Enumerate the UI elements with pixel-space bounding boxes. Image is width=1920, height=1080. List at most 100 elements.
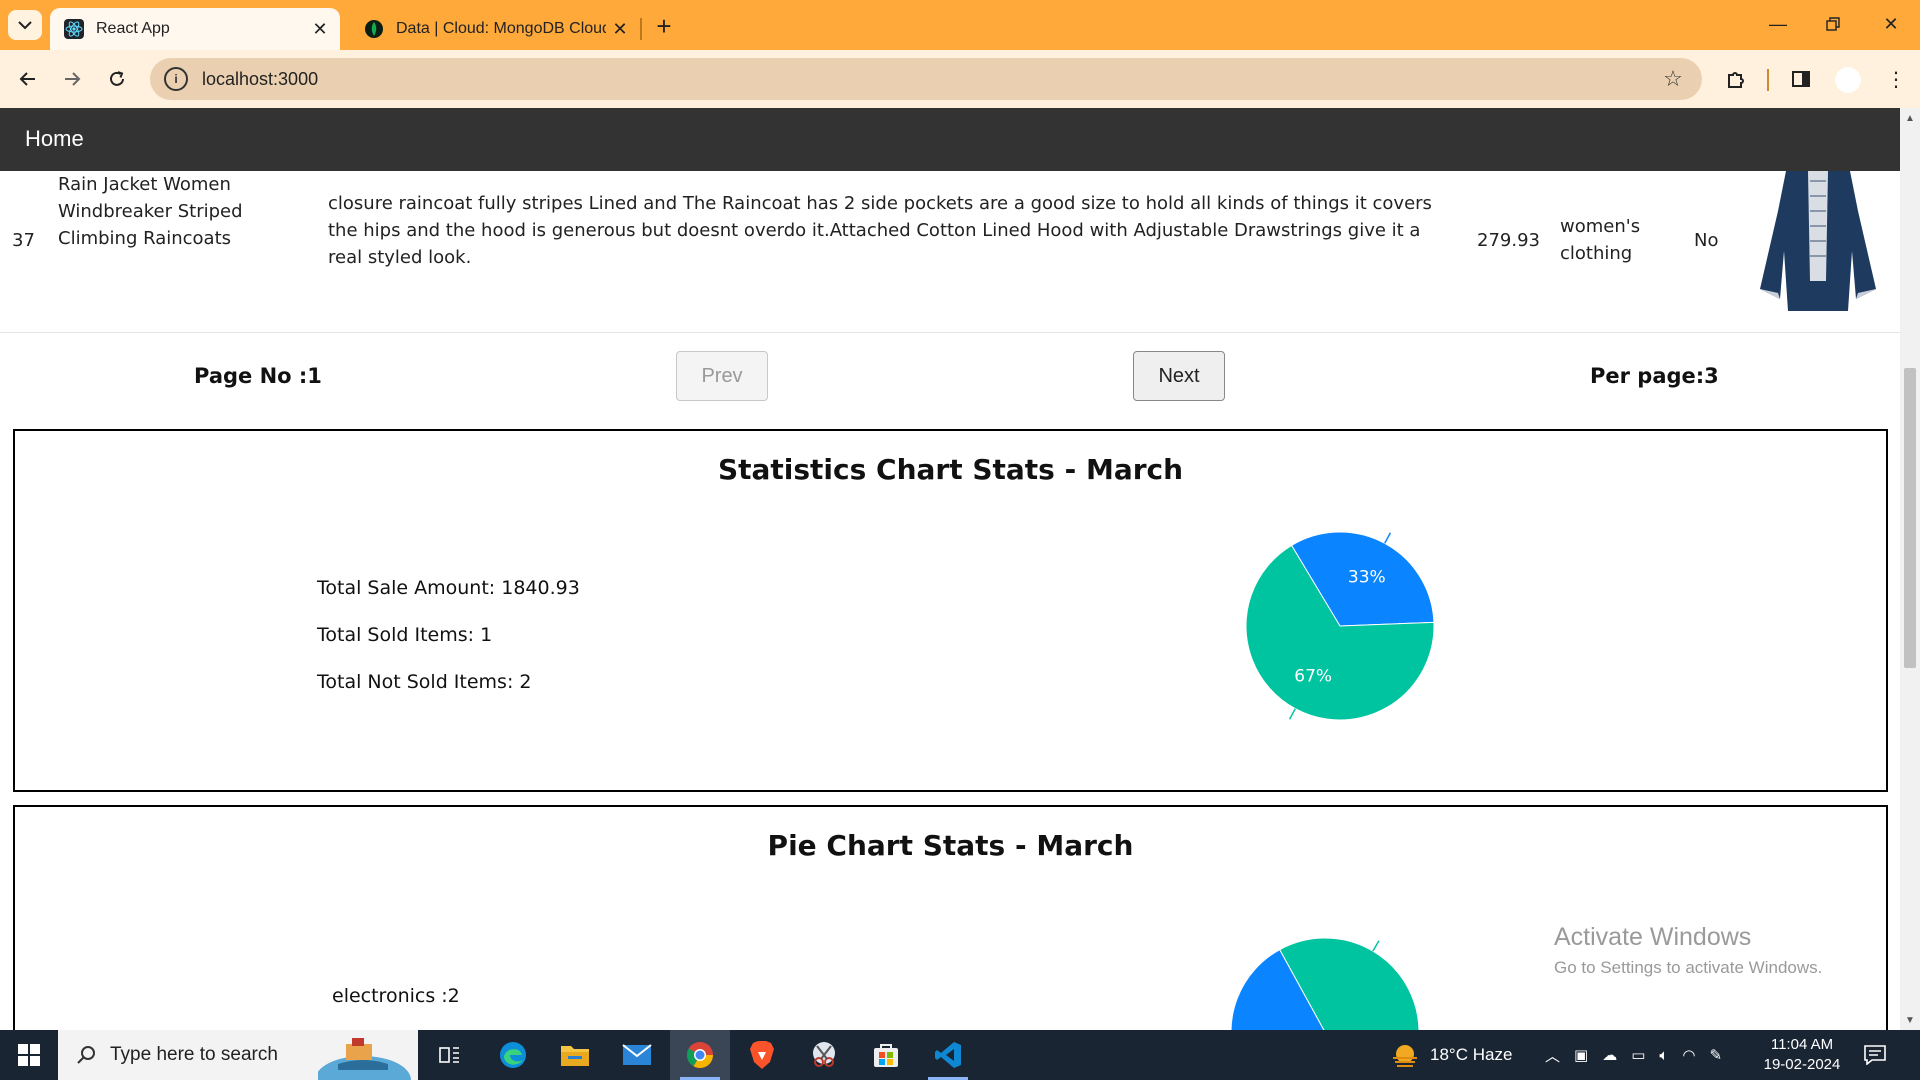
pie-chart-panel: Pie Chart Stats - March electronics :2 6… xyxy=(13,805,1888,1030)
extensions-icon[interactable] xyxy=(1722,65,1750,93)
scroll-down-arrow[interactable]: ▼ xyxy=(1900,1012,1920,1028)
system-tray: ︿ ▣ ☁ ▭ 🔈︎ ◠ ✎ xyxy=(1545,1030,1722,1080)
site-info-icon[interactable]: i xyxy=(164,67,188,91)
row-description: closure raincoat fully stripes Lined and… xyxy=(328,163,1448,271)
pie-leader-line xyxy=(1372,940,1380,952)
taskbar-snipping-tool[interactable] xyxy=(794,1030,854,1080)
taskbar-edge[interactable] xyxy=(483,1030,543,1080)
tab-title: Data | Cloud: MongoDB Cloud xyxy=(396,20,606,37)
weather-widget[interactable]: 18°C Haze xyxy=(1390,1030,1512,1080)
scissors-icon xyxy=(813,1042,835,1067)
next-button[interactable]: Next xyxy=(1133,351,1225,401)
back-button[interactable] xyxy=(12,63,44,95)
tab-search-menu-button[interactable] xyxy=(8,10,42,40)
tab-mongodb-cloud[interactable]: Data | Cloud: MongoDB Cloud ✕ xyxy=(350,8,640,50)
statistics-title: Statistics Chart Stats - March xyxy=(717,453,1184,486)
activate-windows-watermark: Activate Windows Go to Settings to activ… xyxy=(1554,923,1822,978)
notification-icon xyxy=(1864,1045,1886,1065)
minimize-button[interactable]: — xyxy=(1755,8,1801,40)
arrow-right-icon xyxy=(65,72,81,86)
product-image xyxy=(1756,171,1880,311)
total-sold-items: Total Sold Items: 1 xyxy=(317,624,493,646)
row-price: 279.93 xyxy=(1477,230,1540,251)
taskbar-search-box[interactable]: Type here to search xyxy=(58,1030,418,1080)
notification-center-button[interactable] xyxy=(1862,1042,1888,1068)
statistics-panel: Statistics Chart Stats - March Total Sal… xyxy=(13,429,1888,792)
taskbar-file-explorer[interactable] xyxy=(545,1030,605,1080)
task-view-button[interactable] xyxy=(420,1030,480,1080)
watermark-subtitle: Go to Settings to activate Windows. xyxy=(1554,958,1823,977)
windows-taskbar: Type here to search 18°C Haze ︿ ▣ ☁ ▭ 🔈︎… xyxy=(0,1030,1920,1080)
pie-chart-title: Pie Chart Stats - March xyxy=(767,829,1134,862)
meet-now-icon[interactable]: ▣ xyxy=(1574,1046,1588,1064)
scroll-up-arrow[interactable]: ▲ xyxy=(1900,110,1920,126)
table-row: 37 Rain Jacket Women Windbreaker Striped… xyxy=(0,171,1900,333)
forward-button[interactable] xyxy=(56,63,88,95)
browser-toolbar: i localhost:3000 ☆ ⋮ xyxy=(0,50,1920,108)
taskbar-store[interactable] xyxy=(856,1030,916,1080)
windows-start-button[interactable] xyxy=(0,1030,58,1080)
watermark-title: Activate Windows xyxy=(1554,923,1752,951)
taskbar-vscode[interactable] xyxy=(918,1030,978,1080)
folder-icon xyxy=(561,1046,589,1066)
taskbar-clock[interactable]: 11:04 AM 19-02-2024 xyxy=(1754,1035,1850,1075)
row-id: 37 xyxy=(12,230,35,251)
browser-menu-icon[interactable]: ⋮ xyxy=(1882,65,1910,93)
side-panel-icon[interactable] xyxy=(1787,65,1815,93)
close-window-button[interactable]: ✕ xyxy=(1868,8,1914,40)
reload-icon xyxy=(110,71,124,86)
mail-icon xyxy=(622,1044,652,1065)
taskbar-mail[interactable] xyxy=(607,1030,667,1080)
search-highlight-image xyxy=(318,1030,418,1080)
url-text[interactable]: localhost:3000 xyxy=(202,69,1658,90)
app-navbar: Home xyxy=(0,108,1900,171)
search-icon xyxy=(74,1043,98,1067)
taskbar-chrome[interactable] xyxy=(670,1030,730,1080)
battery-icon[interactable]: ▭ xyxy=(1631,1046,1645,1064)
pie-slice-label: 67% xyxy=(1294,667,1332,687)
task-view-icon xyxy=(439,1047,459,1063)
address-bar[interactable]: i localhost:3000 ☆ xyxy=(150,58,1702,100)
prev-button[interactable]: Prev xyxy=(676,351,768,401)
chevron-down-icon xyxy=(18,21,32,30)
scrollbar-thumb[interactable] xyxy=(1904,368,1916,668)
arrow-left-icon xyxy=(19,72,35,86)
category-pie-chart: 67% xyxy=(1230,937,1420,1030)
page-scrollbar[interactable]: ▲ ▼ xyxy=(1900,108,1920,1030)
show-hidden-icons-chevron-icon[interactable]: ︿ xyxy=(1545,1045,1560,1066)
row-description-text: closure raincoat fully stripes Lined and… xyxy=(328,193,1432,268)
taskbar-brave[interactable] xyxy=(732,1030,792,1080)
row-sold: No xyxy=(1694,230,1719,251)
tab-divider xyxy=(640,18,642,40)
home-link[interactable]: Home xyxy=(25,126,84,152)
page-viewport: 37 Rain Jacket Women Windbreaker Striped… xyxy=(0,108,1920,1030)
close-icon[interactable]: ✕ xyxy=(306,15,334,43)
brave-lion-icon xyxy=(750,1041,774,1069)
pie-leader-line xyxy=(1288,708,1296,720)
profile-avatar[interactable] xyxy=(1835,67,1861,93)
windows-logo-icon xyxy=(18,1044,40,1066)
wifi-icon[interactable]: ◠ xyxy=(1682,1046,1695,1064)
volume-icon[interactable]: 🔈︎ xyxy=(1659,1047,1668,1064)
statistics-pie-chart: 33% 67% xyxy=(1245,531,1435,721)
restore-icon xyxy=(1826,17,1840,31)
vscode-icon xyxy=(935,1042,961,1068)
browser-tab-bar: React App ✕ Data | Cloud: MongoDB Cloud … xyxy=(0,0,1920,50)
clock-time: 11:04 AM xyxy=(1770,1036,1834,1053)
per-page-label: Per page:3 xyxy=(1590,364,1719,388)
tab-react-app[interactable]: React App ✕ xyxy=(50,8,340,50)
search-placeholder: Type here to search xyxy=(110,1044,278,1065)
pie-slice-label: 33% xyxy=(1348,567,1386,587)
new-tab-button[interactable]: + xyxy=(650,11,678,41)
clock-date: 19-02-2024 xyxy=(1763,1056,1841,1073)
store-icon xyxy=(874,1044,898,1067)
pen-icon[interactable]: ✎ xyxy=(1710,1046,1723,1064)
total-sale-amount: Total Sale Amount: 1840.93 xyxy=(317,577,580,599)
weather-text: 18°C Haze xyxy=(1430,1045,1513,1064)
reload-button[interactable] xyxy=(101,63,133,95)
bookmark-star-icon[interactable]: ☆ xyxy=(1658,64,1688,94)
onedrive-cloud-icon[interactable]: ☁ xyxy=(1602,1046,1617,1064)
close-icon[interactable]: ✕ xyxy=(606,15,634,43)
row-category: women's clothing xyxy=(1560,216,1641,264)
restore-button[interactable] xyxy=(1810,8,1856,40)
